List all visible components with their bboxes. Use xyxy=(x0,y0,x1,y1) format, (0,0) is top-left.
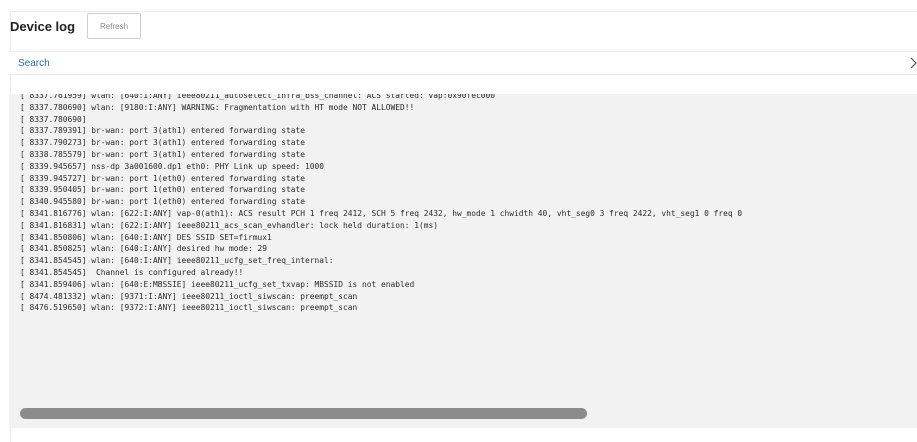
refresh-button[interactable]: Refresh xyxy=(87,13,142,39)
log-line: [ 8341.850825] wlan: [640:I:ANY] desired… xyxy=(20,244,268,254)
log-line: [ 8337.761959] wlan: [640:I:ANY] ieee802… xyxy=(20,94,496,100)
log-line: [ 8341.816831] wlan: [622:I:ANY] ieee802… xyxy=(20,220,439,230)
log-line: [ 8341.859406] wlan: [640:E:MBSSIE] ieee… xyxy=(20,279,415,289)
page-title: Device log xyxy=(10,18,76,34)
search-expander[interactable]: Search xyxy=(9,51,917,75)
log-line: [ 8474.481332] wlan: [9371:I:ANY] ieee80… xyxy=(20,291,358,301)
log-line: [ 8337.790273] br-wan: port 3(ath1) ente… xyxy=(20,138,306,148)
chevron-right-icon xyxy=(910,57,917,69)
log-line: [ 8337.780690] xyxy=(20,114,87,124)
log-line: [ 8337.789391] br-wan: port 3(ath1) ente… xyxy=(20,126,306,136)
log-lines: [ 8337.761959] wlan: [640:I:ANY] ieee802… xyxy=(20,94,742,314)
log-line: [ 8339.950405] br-wan: port 1(eth0) ente… xyxy=(20,185,306,195)
log-line: [ 8339.945657] nss-dp 3a001600.dp1 eth0:… xyxy=(20,161,325,171)
log-line: [ 8341.854545] Channel is configured alr… xyxy=(20,267,244,277)
log-line: [ 8338.785579] br-wan: port 3(ath1) ente… xyxy=(20,149,306,159)
horizontal-scrollbar-thumb[interactable] xyxy=(20,408,587,419)
log-output[interactable]: [ 8337.761959] wlan: [640:I:ANY] ieee802… xyxy=(9,94,917,428)
log-line: [ 8341.854545] wlan: [640:I:ANY] ieee802… xyxy=(20,256,334,266)
log-line: [ 8339.945727] br-wan: port 1(eth0) ente… xyxy=(20,173,306,183)
log-line: [ 8340.945580] br-wan: port 1(eth0) ente… xyxy=(20,197,306,207)
search-label: Search xyxy=(18,57,50,69)
log-line: [ 8337.780690] wlan: [9180:I:ANY] WARNIN… xyxy=(20,102,415,112)
log-line: [ 8341.850806] wlan: [640:I:ANY] DES SSI… xyxy=(20,232,272,242)
log-line: [ 8476.519650] wlan: [9372:I:ANY] ieee80… xyxy=(20,303,358,313)
log-line: [ 8341.816776] wlan: [622:I:ANY] vap-0(a… xyxy=(20,208,743,218)
device-log-header: Device log Refresh xyxy=(10,13,142,39)
